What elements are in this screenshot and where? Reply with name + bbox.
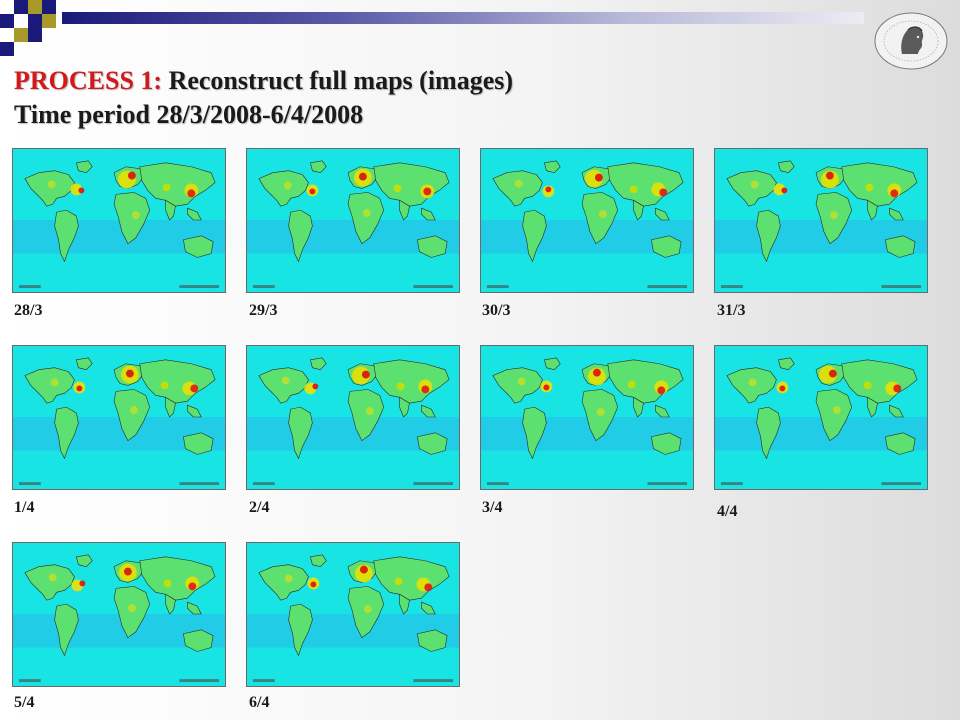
title-prefix: PROCESS 1: (14, 66, 163, 95)
pollution-hotspot (365, 407, 374, 416)
pollution-hotspot (127, 604, 136, 613)
world-map-graphic (715, 149, 927, 292)
pollution-hotspot (363, 605, 372, 614)
pollution-hotspot (190, 384, 199, 393)
title-main: Reconstruct full maps (images) (162, 66, 514, 95)
header-gradient-bar (62, 12, 864, 24)
pollution-hotspot (125, 369, 134, 378)
pollution-hotspot (598, 210, 607, 219)
pollution-hotspot (517, 377, 526, 386)
map-thumbnail (246, 148, 460, 293)
world-map-graphic (247, 543, 459, 686)
map-thumbnail (246, 345, 460, 490)
pollution-hotspot (188, 582, 197, 591)
world-map-graphic (481, 346, 693, 489)
pollution-hotspot (50, 378, 59, 387)
pollution-hotspot (594, 173, 603, 182)
pollution-hotspot (514, 179, 523, 188)
map-thumbnail (480, 148, 694, 293)
map-thumbnail (12, 542, 226, 687)
map-date-label: 4/4 (717, 503, 738, 520)
pollution-hotspot (394, 577, 403, 586)
pollution-hotspot (163, 579, 172, 588)
map-thumbnail (12, 345, 226, 490)
pollution-hotspot (893, 384, 902, 393)
map-thumbnail (480, 345, 694, 490)
pollution-hotspot (283, 181, 292, 190)
university-seal-logo (872, 10, 950, 72)
pollution-hotspot (828, 369, 837, 378)
pollution-hotspot (423, 187, 432, 196)
map-date-label: 30/3 (482, 302, 511, 319)
map-thumbnail (714, 345, 928, 490)
pollution-hotspot (393, 184, 402, 193)
pollution-hotspot (78, 187, 85, 194)
pollution-hotspot (47, 180, 56, 189)
pollution-hotspot (424, 583, 433, 592)
pollution-hotspot (863, 381, 872, 390)
pollution-hotspot (131, 211, 140, 220)
pollution-hotspot (309, 188, 316, 195)
map-thumbnail (714, 148, 928, 293)
corner-decoration (0, 0, 80, 60)
pollution-hotspot (281, 376, 290, 385)
pollution-hotspot (543, 384, 550, 391)
pollution-hotspot (659, 188, 668, 197)
pollution-hotspot (187, 189, 196, 198)
world-map-graphic (13, 346, 225, 489)
pollution-hotspot (123, 567, 132, 576)
world-map-graphic (247, 149, 459, 292)
pollution-hotspot (359, 565, 368, 574)
world-map-graphic (715, 346, 927, 489)
pollution-hotspot (48, 573, 57, 582)
pollution-hotspot (657, 386, 666, 395)
world-map-graphic (481, 149, 693, 292)
pollution-hotspot (129, 406, 138, 415)
pollution-hotspot (596, 408, 605, 417)
pollution-hotspot (127, 171, 136, 180)
pollution-hotspot (779, 385, 786, 392)
map-date-label: 29/3 (249, 302, 278, 319)
pollution-hotspot (829, 211, 838, 220)
pollution-hotspot (362, 209, 371, 218)
map-date-label: 1/4 (14, 499, 35, 516)
pollution-hotspot (865, 183, 874, 192)
pollution-hotspot (361, 370, 370, 379)
world-map-graphic (247, 346, 459, 489)
pollution-hotspot (629, 185, 638, 194)
world-map-graphic (13, 543, 225, 686)
map-date-label: 2/4 (249, 499, 270, 516)
pollution-hotspot (160, 381, 169, 390)
world-map-graphic (13, 149, 225, 292)
pollution-hotspot (162, 183, 171, 192)
pollution-hotspot (79, 580, 86, 587)
map-date-label: 28/3 (14, 302, 43, 319)
slide-title: PROCESS 1: Reconstruct full maps (images… (14, 64, 513, 132)
map-thumbnail (12, 148, 226, 293)
pollution-hotspot (312, 383, 319, 390)
map-date-label: 5/4 (14, 694, 35, 711)
pollution-hotspot (396, 382, 405, 391)
slide-subtitle: Time period 28/3/2008-6/4/2008 (14, 100, 364, 129)
pollution-hotspot (750, 180, 759, 189)
pollution-hotspot (825, 171, 834, 180)
pollution-hotspot (748, 378, 757, 387)
pollution-hotspot (890, 189, 899, 198)
pollution-hotspot (832, 406, 841, 415)
pollution-hotspot (358, 172, 367, 181)
map-date-label: 31/3 (717, 302, 746, 319)
pollution-hotspot (76, 385, 83, 392)
pollution-hotspot (421, 385, 430, 394)
pollution-hotspot (781, 187, 788, 194)
pollution-hotspot (545, 186, 552, 193)
pollution-hotspot (627, 380, 636, 389)
map-date-label: 3/4 (482, 499, 503, 516)
pollution-hotspot (284, 574, 293, 583)
pollution-hotspot (310, 581, 317, 588)
map-thumbnail (246, 542, 460, 687)
pollution-hotspot (592, 368, 601, 377)
map-date-label: 6/4 (249, 694, 270, 711)
